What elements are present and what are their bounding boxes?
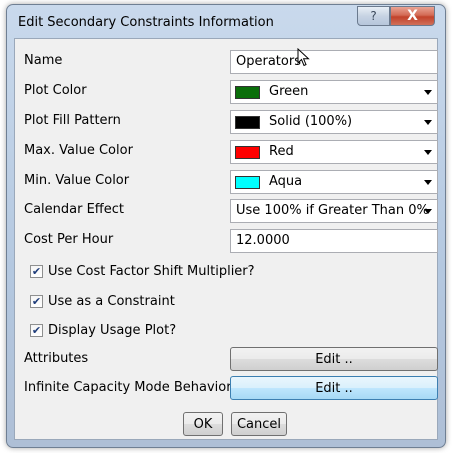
infinite-capacity-label: Infinite Capacity Mode Behavior xyxy=(24,380,232,395)
chevron-down-icon xyxy=(424,90,432,95)
help-icon: ? xyxy=(370,9,377,23)
cost-per-hour-value: 12.0000 xyxy=(236,233,290,248)
plot-color-value: Green xyxy=(269,84,309,99)
checkbox-label: Use as a Constraint xyxy=(48,294,175,309)
plot-color-swatch xyxy=(235,86,260,99)
close-button[interactable]: X xyxy=(390,6,435,26)
plot-fill-pattern-swatch xyxy=(235,116,260,129)
checkbox-box[interactable]: ✔ xyxy=(30,295,43,308)
infinite-capacity-edit-button[interactable]: Edit .. xyxy=(230,376,438,400)
chevron-down-icon xyxy=(424,209,432,214)
plot-fill-pattern-value: Solid (100%) xyxy=(269,114,353,129)
cost-per-hour-label: Cost Per Hour xyxy=(24,232,114,247)
attributes-label: Attributes xyxy=(24,351,89,366)
mouse-cursor-icon xyxy=(297,48,310,67)
ok-button-label: OK xyxy=(193,416,213,432)
calendar-effect-dropdown[interactable]: Use 100% if Greater Than 0% xyxy=(230,199,438,223)
cost-per-hour-input[interactable]: 12.0000 xyxy=(230,229,438,253)
ok-button[interactable]: OK xyxy=(183,412,223,436)
max-value-color-value: Red xyxy=(269,144,294,159)
help-button[interactable]: ? xyxy=(357,6,390,26)
min-value-color-dropdown[interactable]: Aqua xyxy=(230,170,438,194)
cancel-button[interactable]: Cancel xyxy=(231,412,287,436)
plot-fill-pattern-label: Plot Fill Pattern xyxy=(24,113,121,128)
name-label: Name xyxy=(24,53,63,68)
dialog-window: Edit Secondary Constraints Information ?… xyxy=(6,4,446,448)
checkbox-box[interactable]: ✔ xyxy=(30,265,43,278)
calendar-effect-value: Use 100% if Greater Than 0% xyxy=(236,203,429,218)
plot-color-dropdown[interactable]: Green xyxy=(230,80,438,104)
max-value-color-swatch xyxy=(235,146,260,159)
dialog-body: Name Operators Plot Color Green Plot Fil… xyxy=(14,38,438,440)
chevron-down-icon xyxy=(424,150,432,155)
cancel-button-label: Cancel xyxy=(236,416,282,432)
checkbox-box[interactable]: ✔ xyxy=(30,324,43,337)
max-value-color-dropdown[interactable]: Red xyxy=(230,140,438,164)
infinite-capacity-edit-button-label: Edit .. xyxy=(315,380,353,396)
min-value-color-value: Aqua xyxy=(269,174,303,189)
plot-color-label: Plot Color xyxy=(24,83,87,98)
min-value-color-swatch xyxy=(235,176,260,189)
checkbox-label: Display Usage Plot? xyxy=(48,323,177,338)
min-value-color-label: Min. Value Color xyxy=(24,173,130,188)
attributes-edit-button[interactable]: Edit .. xyxy=(230,347,438,371)
plot-fill-pattern-dropdown[interactable]: Solid (100%) xyxy=(230,110,438,134)
calendar-effect-label: Calendar Effect xyxy=(24,202,125,217)
close-icon: X xyxy=(407,8,418,24)
dialog-title: Edit Secondary Constraints Information xyxy=(18,15,274,30)
checkbox-label: Use Cost Factor Shift Multiplier? xyxy=(48,264,255,279)
chevron-down-icon xyxy=(424,180,432,185)
chevron-down-icon xyxy=(424,120,432,125)
title-bar[interactable]: Edit Secondary Constraints Information ?… xyxy=(7,5,445,39)
name-value: Operators xyxy=(236,54,301,69)
name-input[interactable]: Operators xyxy=(230,50,438,74)
attributes-edit-button-label: Edit .. xyxy=(315,351,353,367)
max-value-color-label: Max. Value Color xyxy=(24,143,133,158)
